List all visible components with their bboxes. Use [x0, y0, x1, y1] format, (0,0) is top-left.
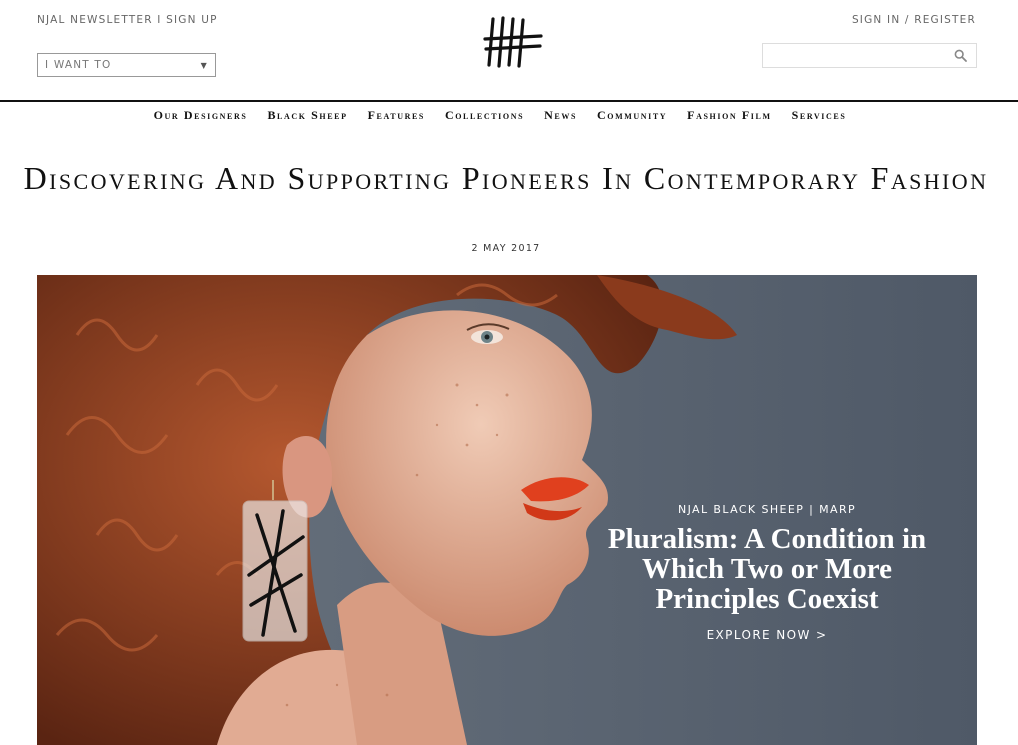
hero-kicker: NJAL BLACK SHEEP | MARP — [677, 503, 857, 516]
nav-item-features[interactable]: Features — [368, 108, 425, 123]
i-want-to-label: I WANT TO — [45, 59, 112, 71]
nav-item-news[interactable]: News — [544, 108, 577, 123]
nav-item-services[interactable]: Services — [792, 108, 847, 123]
main-nav: Our Designers Black Sheep Features Colle… — [0, 108, 1000, 123]
chevron-down-icon: ▼ — [200, 60, 208, 70]
signin-link[interactable]: SIGN IN — [852, 14, 900, 26]
nav-item-black-sheep[interactable]: Black Sheep — [267, 108, 347, 123]
search-input[interactable] — [763, 44, 948, 67]
hero-banner[interactable]: NJAL BLACK SHEEP | MARP Pluralism: A Con… — [37, 275, 977, 745]
nav-item-collections[interactable]: Collections — [445, 108, 524, 123]
explore-now-link[interactable]: EXPLORE NOW > — [707, 628, 828, 642]
nav-item-community[interactable]: Community — [597, 108, 667, 123]
link-separator: I — [152, 14, 167, 26]
newsletter-link[interactable]: NJAL NEWSLETTER — [37, 14, 153, 26]
search-icon[interactable] — [954, 49, 967, 62]
hero-caption: NJAL BLACK SHEEP | MARP Pluralism: A Con… — [597, 503, 937, 644]
nav-item-our-designers[interactable]: Our Designers — [154, 108, 248, 123]
logo-icon[interactable] — [483, 15, 543, 71]
auth-separator: / — [900, 14, 915, 26]
newsletter-links: NJAL NEWSLETTER I SIGN UP — [37, 14, 218, 26]
auth-links: SIGN IN / REGISTER — [852, 14, 976, 26]
search-box — [762, 43, 977, 68]
i-want-to-dropdown[interactable]: I WANT TO ▼ — [37, 53, 216, 77]
hero-title[interactable]: Pluralism: A Condition in Which Two or M… — [597, 524, 937, 614]
header-divider — [0, 100, 1018, 102]
register-link[interactable]: REGISTER — [914, 14, 976, 26]
nav-item-fashion-film[interactable]: Fashion Film — [687, 108, 771, 123]
page-headline: Discovering And Supporting Pioneers In C… — [23, 160, 989, 196]
signup-link[interactable]: SIGN UP — [166, 14, 218, 26]
publish-date: 2 MAY 2017 — [471, 243, 541, 254]
